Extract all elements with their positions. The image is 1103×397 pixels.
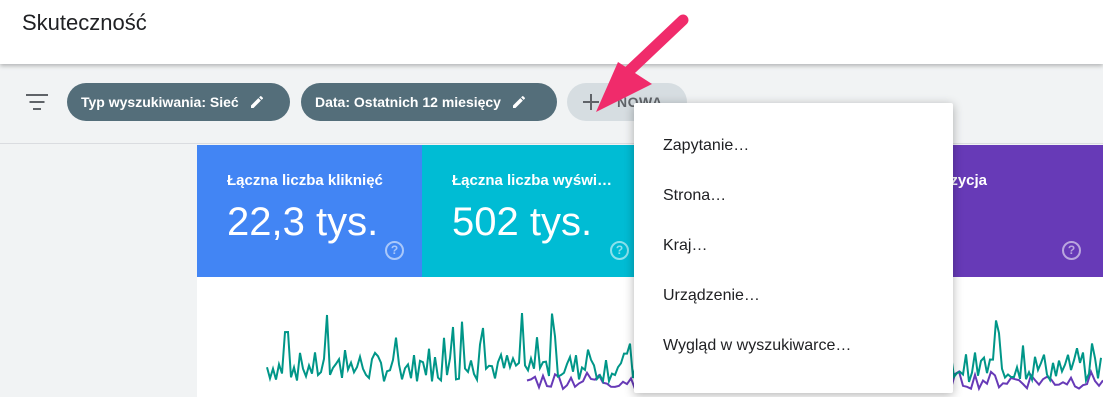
menu-item-device[interactable]: Urządzenie… [634, 271, 953, 321]
new-filter-menu: Zapytanie… Strona… Kraj… Urządzenie… Wyg… [634, 103, 953, 393]
filter-chip-date[interactable]: Data: Ostatnich 12 miesięcy [301, 83, 557, 121]
help-icon[interactable]: ? [1062, 241, 1081, 260]
menu-item-page[interactable]: Strona… [634, 171, 953, 221]
chip-label: Typ wyszukiwania: Sieć [81, 94, 239, 110]
page-title: Skuteczność [22, 10, 147, 35]
metric-card-clicks[interactable]: Łączna liczba kliknięć 22,3 tys. ? [197, 145, 422, 277]
filter-icon[interactable] [26, 94, 48, 110]
menu-item-query[interactable]: Zapytanie… [634, 121, 953, 171]
help-icon[interactable]: ? [610, 241, 629, 260]
filter-chip-search-type[interactable]: Typ wyszukiwania: Sieć [67, 83, 290, 121]
pencil-icon[interactable] [249, 94, 265, 110]
menu-item-search-appearance[interactable]: Wygląd w wyszukiwarce… [634, 321, 953, 371]
metric-label: Łączna liczba wyświ… [452, 172, 613, 189]
metric-card-impressions[interactable]: Łączna liczba wyświ… 502 tys. ? [422, 145, 647, 277]
metric-value: 22,3 tys. [227, 200, 379, 244]
plus-icon [583, 94, 599, 110]
help-icon[interactable]: ? [385, 241, 404, 260]
metric-label: Łączna liczba kliknięć [227, 172, 383, 189]
chip-label: Data: Ostatnich 12 miesięcy [315, 94, 501, 110]
metric-value: 502 tys. [452, 200, 593, 244]
pencil-icon[interactable] [511, 94, 527, 110]
app-header: Skuteczność [0, 0, 1103, 64]
menu-item-country[interactable]: Kraj… [634, 221, 953, 271]
